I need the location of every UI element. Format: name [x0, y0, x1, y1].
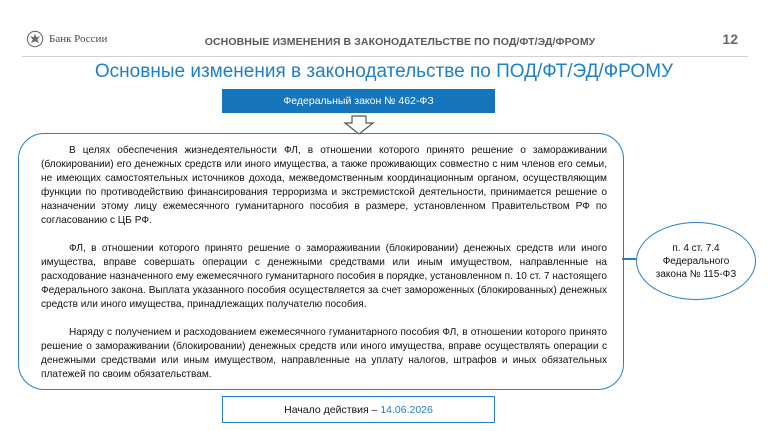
law-badge: Федеральный закон № 462-ФЗ: [222, 89, 495, 113]
down-arrow-icon: [343, 115, 375, 135]
content-box: В целях обеспечения жизнедеятельности ФЛ…: [18, 133, 624, 390]
page-title: Основные изменения в законодательстве по…: [94, 61, 674, 82]
page-number: 12: [722, 31, 738, 47]
paragraph-3: Наряду с получением и расходованием ежем…: [41, 327, 607, 380]
header-title: ОСНОВНЫЕ ИЗМЕНЕНИЯ В ЗАКОНОДАТЕЛЬСТВЕ ПО…: [204, 36, 596, 48]
slide-header: Банк России ОСНОВНЫЕ ИЗМЕНЕНИЯ В ЗАКОНОД…: [0, 0, 768, 60]
bank-logo: Банк России: [26, 30, 107, 48]
logo-text: Банк России: [49, 33, 108, 45]
paragraph-1: В целях обеспечения жизнедеятельности ФЛ…: [41, 145, 607, 226]
reference-text: п. 4 ст. 7.4 Федерального закона № 115-Ф…: [655, 242, 737, 280]
effective-label: Начало действия –: [284, 403, 381, 416]
effective-date-box: Начало действия – 14.06.2026: [222, 396, 495, 423]
eagle-emblem-icon: [26, 30, 44, 48]
effective-date: 14.06.2026: [380, 403, 433, 416]
reference-oval: п. 4 ст. 7.4 Федерального закона № 115-Ф…: [636, 222, 756, 300]
paragraph-2: ФЛ, в отношении которого принято решение…: [41, 243, 607, 310]
header-divider: [22, 56, 748, 57]
connector-line: [622, 258, 636, 260]
